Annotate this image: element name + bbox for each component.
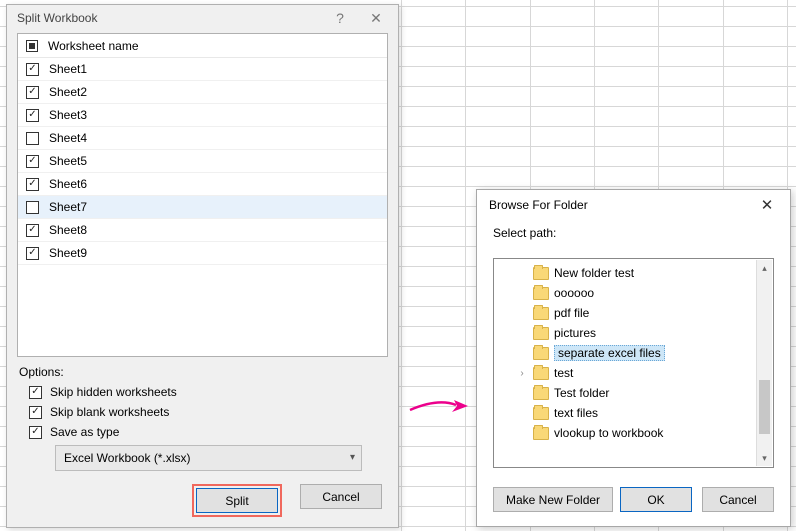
dialog-buttons: Split Cancel [192, 484, 382, 517]
worksheet-row[interactable]: Sheet5 [18, 150, 387, 173]
cancel-button[interactable]: Cancel [300, 484, 382, 509]
scroll-thumb[interactable] [759, 380, 770, 434]
browse-folder-dialog: Browse For Folder ✕ Select path: New fol… [476, 189, 791, 527]
titlebar[interactable]: Browse For Folder ✕ [477, 190, 790, 220]
checkbox-icon[interactable] [26, 63, 39, 76]
folder-icon [533, 427, 549, 440]
worksheet-name: Sheet4 [49, 131, 87, 145]
folder-name: test [554, 366, 573, 380]
folder-name: separate excel files [554, 345, 665, 361]
options-label: Options: [19, 365, 386, 379]
option-label: Save as type [50, 425, 119, 439]
dialog-title: Browse For Folder [489, 198, 752, 212]
folder-row[interactable]: pictures [494, 323, 773, 343]
worksheet-header[interactable]: Worksheet name [18, 34, 387, 58]
checkbox-icon[interactable] [29, 406, 42, 419]
scroll-up-icon[interactable]: ▴ [757, 260, 772, 276]
worksheet-row[interactable]: Sheet9 [18, 242, 387, 265]
checkbox-icon[interactable] [26, 178, 39, 191]
worksheet-name: Sheet6 [49, 177, 87, 191]
ok-button[interactable]: OK [620, 487, 692, 512]
folder-row[interactable]: pdf file [494, 303, 773, 323]
folder-row[interactable]: oooooo [494, 283, 773, 303]
option-label: Skip hidden worksheets [50, 385, 177, 399]
folder-icon [533, 407, 549, 420]
checkbox-icon[interactable] [26, 247, 39, 260]
worksheet-name: Sheet3 [49, 108, 87, 122]
help-icon[interactable]: ? [322, 5, 358, 31]
option-save-as-type[interactable]: Save as type [29, 425, 398, 439]
folder-row[interactable]: vlookup to workbook [494, 423, 773, 443]
folder-name: pictures [554, 326, 596, 340]
titlebar[interactable]: Split Workbook ? ✕ [7, 5, 398, 31]
worksheet-name: Sheet5 [49, 154, 87, 168]
worksheet-name: Sheet7 [49, 200, 87, 214]
folder-row[interactable]: › test [494, 363, 773, 383]
worksheet-row[interactable]: Sheet1 [18, 58, 387, 81]
dialog-buttons: Make New Folder OK Cancel [493, 487, 774, 512]
checkbox-icon[interactable] [26, 109, 39, 122]
worksheet-list: Worksheet name Sheet1 Sheet2 Sheet3 Sheet4 S… [17, 33, 388, 357]
worksheet-name: Sheet9 [49, 246, 87, 260]
highlight-box: Split [192, 484, 282, 517]
option-skip-blank[interactable]: Skip blank worksheets [29, 405, 398, 419]
checkbox-icon[interactable] [29, 386, 42, 399]
folder-row[interactable]: New folder test [494, 263, 773, 283]
folder-icon [533, 387, 549, 400]
folder-icon [533, 287, 549, 300]
folder-row[interactable]: text files [494, 403, 773, 423]
worksheet-row[interactable]: Sheet8 [18, 219, 387, 242]
worksheet-row[interactable]: Sheet7 [18, 196, 387, 219]
worksheet-name: Sheet8 [49, 223, 87, 237]
select-all-checkbox[interactable] [26, 40, 38, 52]
cancel-button[interactable]: Cancel [702, 487, 774, 512]
worksheet-row[interactable]: Sheet2 [18, 81, 387, 104]
folder-name: oooooo [554, 286, 594, 300]
folder-icon [533, 347, 549, 360]
folder-icon [533, 307, 549, 320]
worksheet-header-label: Worksheet name [48, 39, 139, 53]
checkbox-icon[interactable] [26, 224, 39, 237]
checkbox-icon[interactable] [26, 155, 39, 168]
worksheet-row[interactable]: Sheet6 [18, 173, 387, 196]
split-workbook-dialog: Split Workbook ? ✕ Worksheet name Sheet1… [6, 4, 399, 528]
folder-name: vlookup to workbook [554, 426, 663, 440]
folder-icon [533, 327, 549, 340]
dialog-title: Split Workbook [17, 11, 322, 25]
worksheet-name: Sheet2 [49, 85, 87, 99]
folder-tree: New folder test oooooo pdf file pictures sep… [493, 258, 774, 468]
worksheet-row[interactable]: Sheet3 [18, 104, 387, 127]
option-label: Skip blank worksheets [50, 405, 169, 419]
chevron-down-icon: ▾ [350, 452, 355, 463]
checkbox-icon[interactable] [26, 132, 39, 145]
scrollbar[interactable]: ▴ ▾ [756, 260, 772, 466]
select-path-label: Select path: [477, 220, 790, 250]
checkbox-icon[interactable] [29, 426, 42, 439]
save-as-type-select[interactable]: Excel Workbook (*.xlsx) ▾ [55, 445, 362, 471]
worksheet-row[interactable]: Sheet4 [18, 127, 387, 150]
folder-icon [533, 267, 549, 280]
select-value: Excel Workbook (*.xlsx) [64, 451, 190, 465]
close-icon[interactable]: ✕ [358, 5, 394, 31]
expander-icon[interactable]: › [516, 368, 528, 379]
folder-icon [533, 367, 549, 380]
option-skip-hidden[interactable]: Skip hidden worksheets [29, 385, 398, 399]
make-new-folder-button[interactable]: Make New Folder [493, 487, 613, 512]
checkbox-icon[interactable] [26, 201, 39, 214]
folder-name: pdf file [554, 306, 589, 320]
folder-name: Test folder [554, 386, 609, 400]
close-icon[interactable]: ✕ [752, 196, 782, 214]
scroll-down-icon[interactable]: ▾ [757, 450, 772, 466]
folder-row[interactable]: Test folder [494, 383, 773, 403]
folder-name: text files [554, 406, 598, 420]
folder-name: New folder test [554, 266, 634, 280]
worksheet-name: Sheet1 [49, 62, 87, 76]
checkbox-icon[interactable] [26, 86, 39, 99]
folder-row[interactable]: separate excel files [494, 343, 773, 363]
split-button[interactable]: Split [196, 488, 278, 513]
